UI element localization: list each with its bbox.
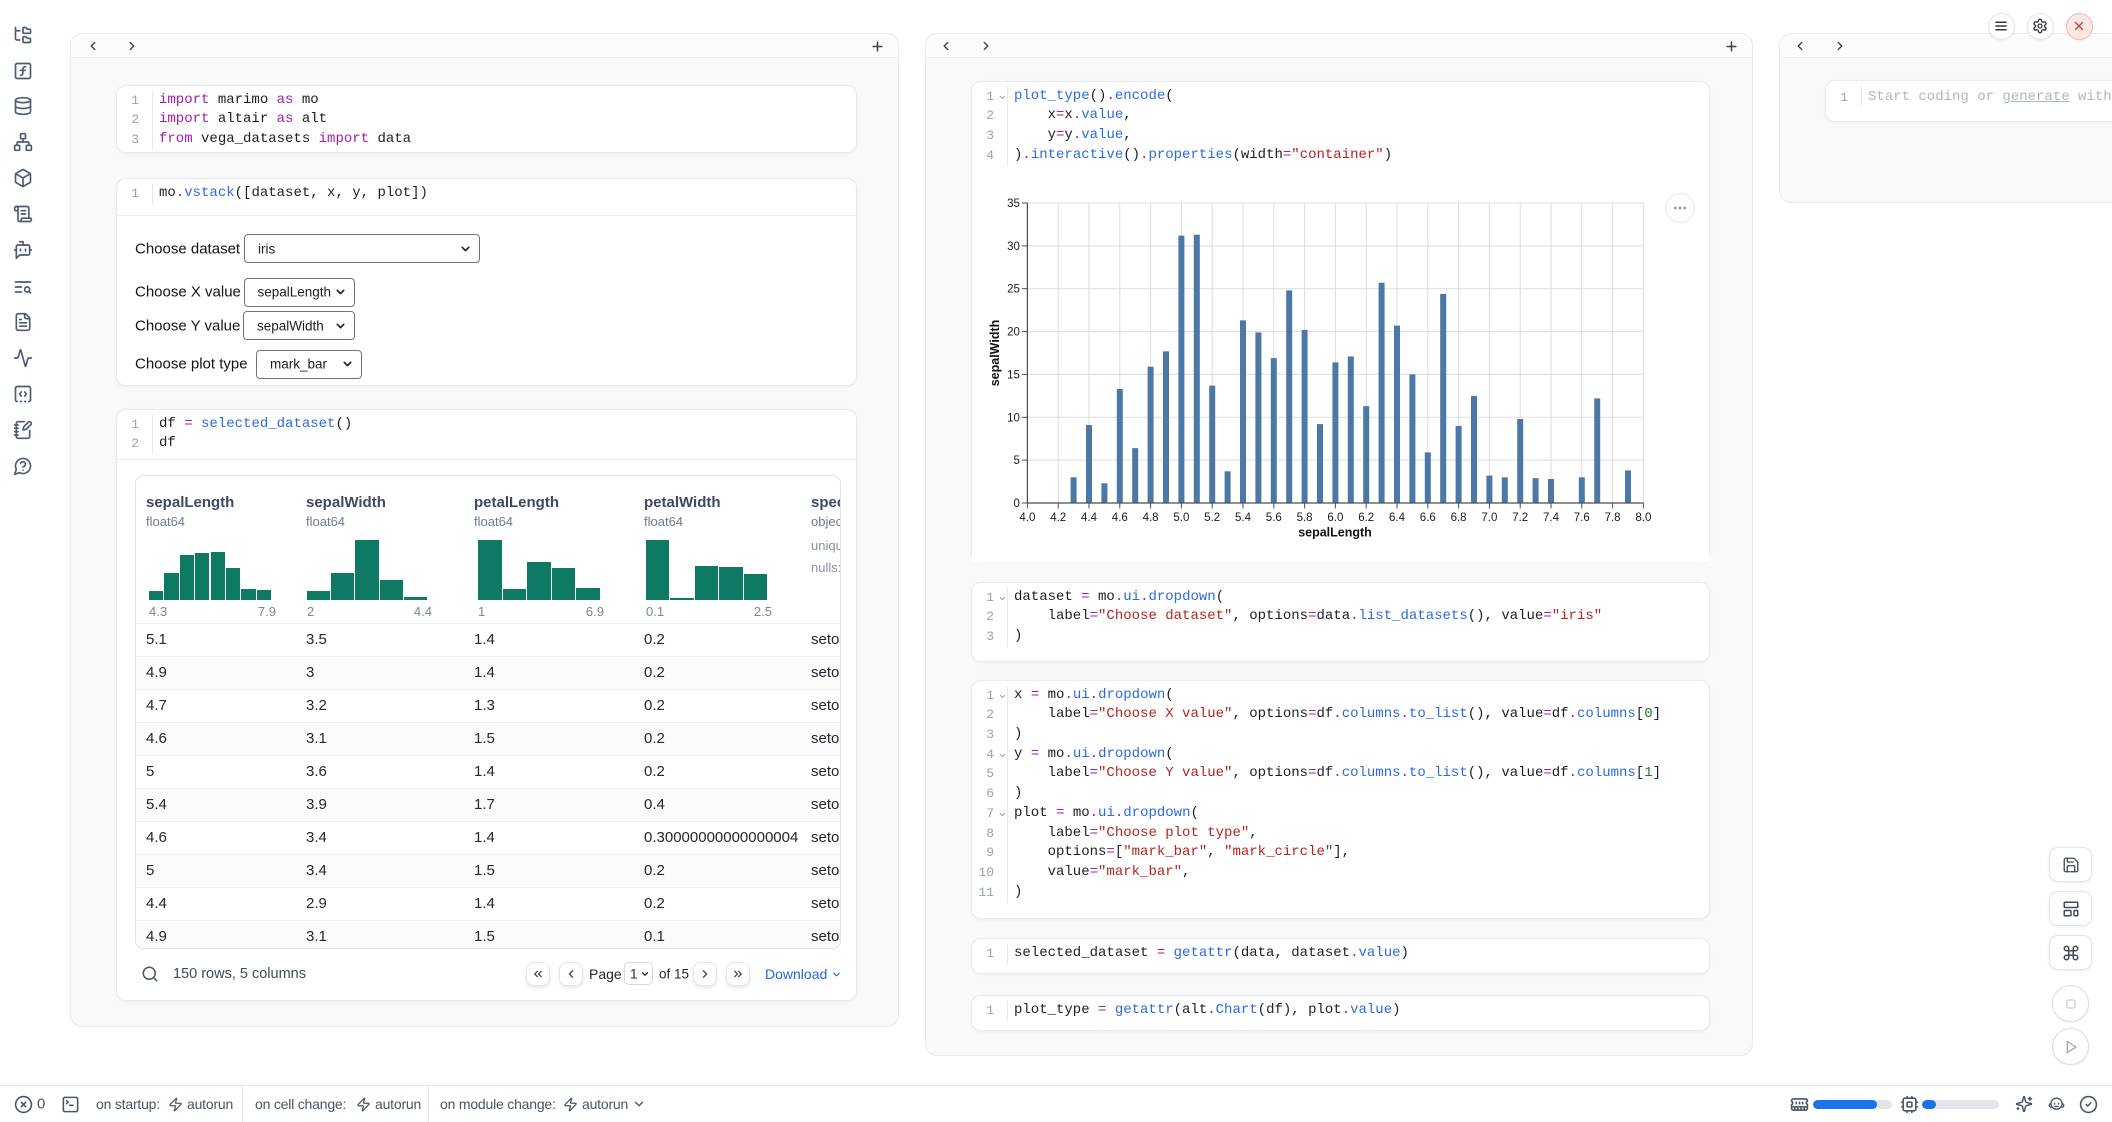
svg-text:35: 35: [1007, 198, 1020, 210]
svg-text:6.2: 6.2: [1358, 512, 1374, 524]
svg-text:sepalWidth: sepalWidth: [988, 320, 1002, 387]
svg-text:6.6: 6.6: [1420, 512, 1436, 524]
svg-text:7.2: 7.2: [1512, 512, 1528, 524]
svg-text:10: 10: [1007, 412, 1020, 424]
svg-text:8.0: 8.0: [1635, 512, 1651, 524]
svg-text:5.8: 5.8: [1297, 512, 1313, 524]
svg-text:4.4: 4.4: [1081, 512, 1098, 524]
svg-text:7.8: 7.8: [1605, 512, 1621, 524]
svg-text:30: 30: [1007, 241, 1020, 253]
svg-text:4.8: 4.8: [1143, 512, 1159, 524]
svg-text:4.2: 4.2: [1050, 512, 1066, 524]
svg-text:6.8: 6.8: [1451, 512, 1467, 524]
svg-text:15: 15: [1007, 369, 1020, 381]
svg-text:6.4: 6.4: [1389, 512, 1406, 524]
svg-text:5.6: 5.6: [1266, 512, 1282, 524]
svg-text:7.6: 7.6: [1574, 512, 1590, 524]
svg-text:20: 20: [1007, 327, 1020, 339]
svg-text:7.0: 7.0: [1481, 512, 1497, 524]
svg-text:5: 5: [1013, 455, 1019, 467]
svg-text:5.0: 5.0: [1173, 512, 1189, 524]
svg-text:4.0: 4.0: [1019, 512, 1035, 524]
svg-text:7.4: 7.4: [1543, 512, 1560, 524]
svg-text:sepalLength: sepalLength: [1298, 526, 1372, 540]
svg-text:4.6: 4.6: [1112, 512, 1128, 524]
svg-text:0: 0: [1013, 498, 1019, 510]
svg-text:5.4: 5.4: [1235, 512, 1252, 524]
svg-text:5.2: 5.2: [1204, 512, 1220, 524]
svg-text:25: 25: [1007, 284, 1020, 296]
svg-text:6.0: 6.0: [1327, 512, 1343, 524]
